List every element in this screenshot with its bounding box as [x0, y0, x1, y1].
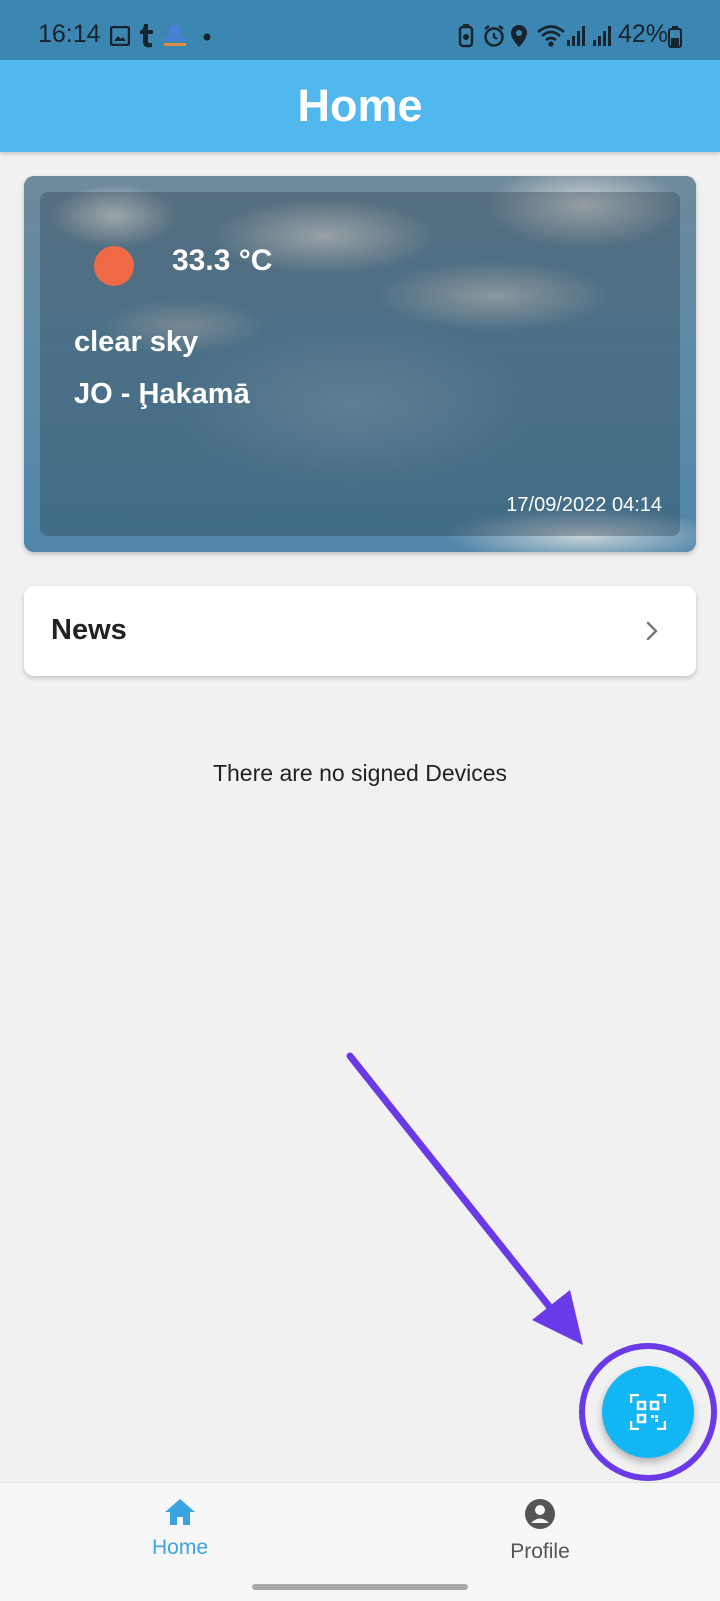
- app-icon: [164, 26, 186, 46]
- battery-percent: 42%: [618, 20, 669, 48]
- status-time: 16:14: [38, 20, 101, 48]
- location-icon: [511, 25, 527, 47]
- alarm-icon: [484, 25, 504, 47]
- chevron-right-icon: [646, 621, 658, 641]
- dot-icon: [203, 33, 211, 41]
- signal-icon: [593, 26, 611, 46]
- home-icon: [165, 1499, 195, 1525]
- nav-home-label: Home: [151, 1536, 209, 1559]
- weather-card[interactable]: 33.3 °C clear sky JO - Ḩakamā 17/09/2022…: [24, 176, 696, 552]
- tumblr-icon: [140, 24, 153, 48]
- signal-icon: [567, 26, 585, 46]
- qr-scan-button[interactable]: [602, 1366, 694, 1458]
- nav-profile-label: Profile: [510, 1540, 570, 1563]
- weather-card-overlay: 33.3 °C clear sky JO - Ḩakamā 17/09/2022…: [40, 192, 680, 536]
- nav-profile[interactable]: Profile: [460, 1497, 620, 1564]
- qr-scan-icon: [630, 1394, 666, 1430]
- weather-description: clear sky: [74, 326, 199, 358]
- sun-icon: [94, 246, 134, 286]
- news-label: News: [51, 614, 127, 646]
- annotation-arrow-shaft: [346, 1052, 564, 1324]
- empty-devices-message: There are no signed Devices: [212, 760, 508, 786]
- weather-location: JO - Ḩakamā: [74, 378, 250, 410]
- nav-home[interactable]: Home: [100, 1497, 260, 1560]
- gesture-bar[interactable]: [252, 1584, 468, 1590]
- annotation-arrowhead: [532, 1290, 583, 1345]
- weather-temperature: 33.3 °C: [172, 244, 273, 277]
- battery-saver-icon: [458, 24, 474, 48]
- weather-datetime: 17/09/2022 04:14: [506, 494, 662, 516]
- page-title: Home: [297, 80, 423, 131]
- status-bar: 16:14 42%: [0, 0, 720, 60]
- battery-icon: [668, 26, 682, 48]
- profile-icon: [525, 1499, 555, 1529]
- news-card[interactable]: News: [24, 586, 696, 676]
- gallery-icon: [110, 26, 130, 46]
- wifi-icon: [537, 25, 565, 47]
- app-bar: Home: [0, 60, 720, 152]
